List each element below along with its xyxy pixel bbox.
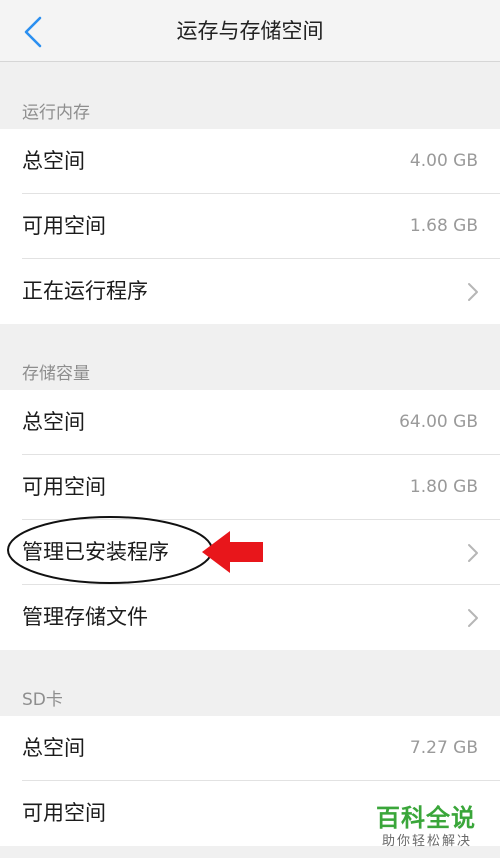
chevron-right-icon xyxy=(468,283,478,301)
row-value: 7.27 GB xyxy=(409,738,478,758)
row-label: 可用空间 xyxy=(22,214,106,238)
row-manage-installed-apps[interactable]: 管理已安装程序 xyxy=(0,520,500,585)
row-value: 4.00 GB xyxy=(409,151,478,171)
section-header-storage: 存储容量 xyxy=(0,324,500,390)
navigation-bar: 运存与存储空间 xyxy=(0,0,500,62)
page-title: 运存与存储空间 xyxy=(176,19,324,43)
section-title: 存储容量 xyxy=(22,364,90,384)
row-value: 64.00 GB xyxy=(399,412,478,432)
chevron-right-icon xyxy=(468,544,478,562)
row-manage-storage-files[interactable]: 管理存储文件 xyxy=(0,585,500,650)
watermark-logo: 百科全说 助你轻松解决 xyxy=(376,796,496,856)
row-value: 1.80 GB xyxy=(409,477,478,497)
row-label: 总空间 xyxy=(22,410,85,434)
row-storage-total: 总空间 64.00 GB xyxy=(0,390,500,455)
row-label: 管理已安装程序 xyxy=(22,540,169,564)
row-label: 管理存储文件 xyxy=(22,605,148,629)
section-title: SD卡 xyxy=(22,690,63,710)
row-label: 总空间 xyxy=(22,149,85,173)
row-storage-available: 可用空间 1.80 GB xyxy=(0,455,500,520)
section-title: 运行内存 xyxy=(22,103,90,123)
watermark-subtitle: 助你轻松解决 xyxy=(382,834,473,849)
section-header-ram: 运行内存 xyxy=(0,63,500,129)
section-header-sd-card: SD卡 xyxy=(0,650,500,716)
chevron-right-icon xyxy=(468,609,478,627)
watermark-title: 百科全说 xyxy=(376,804,476,832)
row-label: 正在运行程序 xyxy=(22,279,148,303)
row-value: 1.68 GB xyxy=(409,216,478,236)
row-sd-total: 总空间 7.27 GB xyxy=(0,716,500,781)
row-label: 可用空间 xyxy=(22,801,106,825)
row-ram-available: 可用空间 1.68 GB xyxy=(0,194,500,259)
row-running-apps[interactable]: 正在运行程序 xyxy=(0,259,500,324)
row-label: 可用空间 xyxy=(22,475,106,499)
row-label: 总空间 xyxy=(22,736,85,760)
row-ram-total: 总空间 4.00 GB xyxy=(0,129,500,194)
